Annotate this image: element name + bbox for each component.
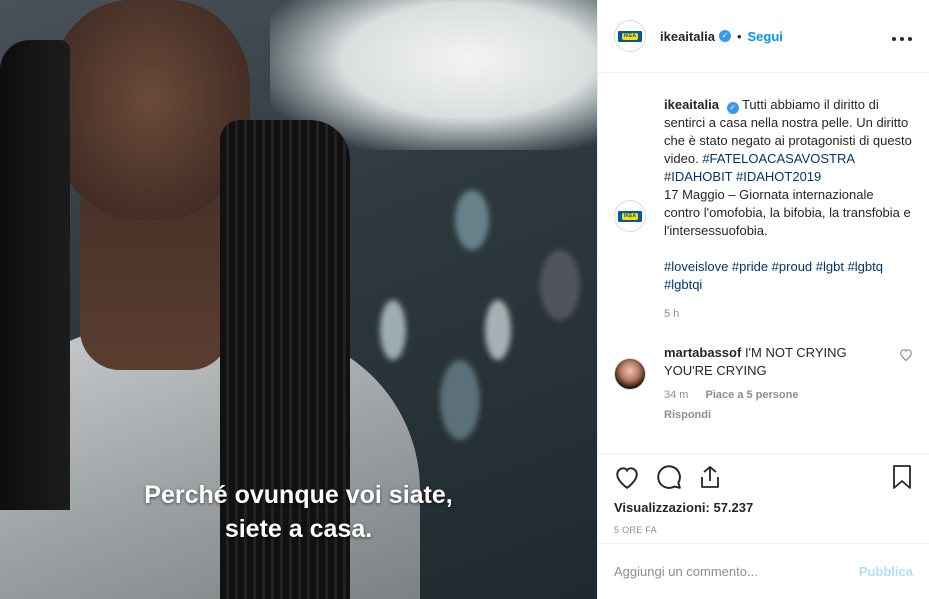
comment-meta: 34 m Piace a 5 persone Rispondi <box>664 386 884 424</box>
heart-icon[interactable] <box>899 348 913 424</box>
views-label: Visualizzazioni: <box>614 500 710 515</box>
subtitle-line: Perché ovunque voi siate, <box>144 481 453 509</box>
comment-icon[interactable] <box>656 464 682 490</box>
post-video[interactable]: Perché ovunque voi siate, siete a casa. <box>0 0 597 599</box>
views-count[interactable]: Visualizzazioni: 57.237 <box>614 500 913 515</box>
comment-item: martabassof I'M NOT CRYING YOU'RE CRYING… <box>614 344 913 424</box>
post-sidebar: IKEA ikeaitalia ✓ • Segui IKEA ikeaitali… <box>597 0 929 599</box>
bokeh-light <box>455 190 489 250</box>
share-icon[interactable] <box>698 464 722 490</box>
video-subtitle: Perché ovunque voi siate, siete a casa. <box>0 478 597 546</box>
heart-icon[interactable] <box>614 465 640 489</box>
bokeh-light <box>440 360 480 440</box>
person-neck <box>80 200 230 370</box>
post-time[interactable]: 5 ORE FA <box>614 525 913 535</box>
comment-time[interactable]: 34 m <box>664 389 688 401</box>
avatar[interactable] <box>614 358 646 390</box>
logo-text: IKEA <box>622 212 638 220</box>
follow-button[interactable]: Segui <box>748 29 783 44</box>
more-icon[interactable] <box>891 26 913 47</box>
verified-icon: ✓ <box>726 102 739 114</box>
comment-input[interactable] <box>614 564 859 579</box>
caption-row: IKEA ikeaitalia ✓ Tutti abbiamo il dirit… <box>614 96 913 294</box>
username-link[interactable]: ikeaitalia <box>660 29 715 44</box>
bokeh-light <box>485 300 511 360</box>
caption-username[interactable]: ikeaitalia <box>664 97 719 112</box>
caption-time[interactable]: 5 h <box>664 308 913 320</box>
comment-username[interactable]: martabassof <box>664 345 741 360</box>
logo-text: IKEA <box>622 32 638 40</box>
bokeh-light <box>380 300 406 360</box>
verified-icon: ✓ <box>718 30 731 42</box>
comment-body: martabassof I'M NOT CRYING YOU'RE CRYING… <box>664 344 884 424</box>
avatar[interactable]: IKEA <box>614 20 646 52</box>
post-actions: Visualizzazioni: 57.237 5 ORE FA <box>598 453 929 535</box>
action-icons <box>614 464 913 490</box>
caption-hashtags[interactable]: #loveislove #pride #proud #lgbt #lgbtq #… <box>664 258 913 294</box>
reply-button[interactable]: Rispondi <box>664 406 884 424</box>
bokeh-light <box>540 250 580 320</box>
publish-button[interactable]: Pubblica <box>859 564 913 579</box>
separator: • <box>736 28 742 44</box>
subtitle-line: siete a casa. <box>224 515 373 543</box>
caption: ikeaitalia ✓ Tutti abbiamo il diritto di… <box>664 96 913 294</box>
person-hair <box>0 40 70 510</box>
add-comment-bar: Pubblica <box>598 543 929 599</box>
bookmark-icon[interactable] <box>891 464 913 490</box>
views-value: 57.237 <box>713 500 754 515</box>
ikea-logo: IKEA <box>618 210 642 222</box>
comment-likes[interactable]: Piace a 5 persone <box>706 389 799 401</box>
ikea-logo: IKEA <box>618 30 642 42</box>
caption-text: 17 Maggio – Giornata internazionale cont… <box>664 187 911 238</box>
avatar[interactable]: IKEA <box>614 200 646 232</box>
post-header: IKEA ikeaitalia ✓ • Segui <box>598 0 929 73</box>
comments-section: IKEA ikeaitalia ✓ Tutti abbiamo il dirit… <box>598 74 929 453</box>
